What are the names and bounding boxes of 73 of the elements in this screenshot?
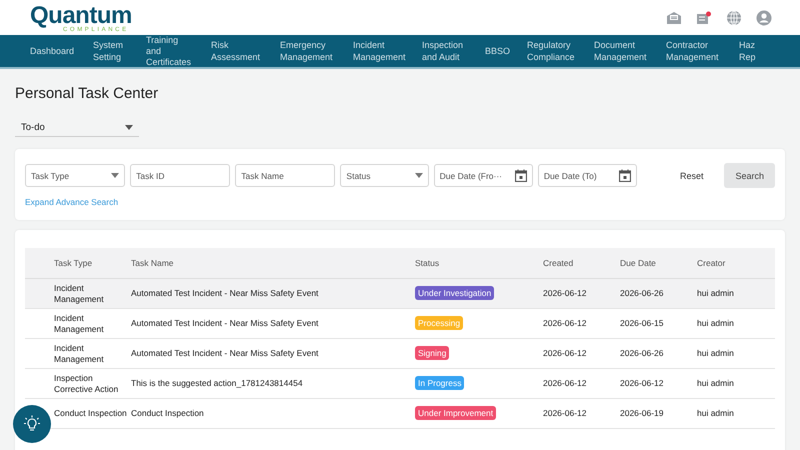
status-badge: Signing — [415, 346, 450, 360]
nav-item[interactable]: Contractor Management — [666, 39, 722, 63]
table-row[interactable]: Inspection Corrective Action This is the suggested action_1781243814454 In Progress 2026-06-12 2026-06-12 hui admin — [25, 368, 775, 398]
notification-icon[interactable] — [696, 10, 712, 24]
filter-field[interactable]: Task ID — [130, 164, 230, 187]
table-cell: hui admin — [697, 288, 734, 298]
table-row[interactable]: Incident Management Automated Test Incident - Near Miss Safety Event Processing 2026-06-12 2026-06-15 hui admin — [25, 308, 775, 338]
nav-item[interactable]: Haz Rep — [739, 39, 759, 63]
table-cell: Conduct Inspection — [131, 408, 204, 418]
table-cell: Automated Test Incident - Near Miss Safety Event — [131, 348, 318, 358]
table-cell: Incident Management — [54, 282, 104, 304]
table-cell: 2026-06-26 — [620, 288, 664, 298]
table-cell: 2026-06-12 — [620, 378, 664, 388]
nav-item[interactable]: Inspection and Audit — [422, 39, 468, 63]
reset-button[interactable]: Reset — [672, 164, 712, 186]
table-cell: 2026-06-15 — [620, 318, 664, 328]
table-cell: Automated Test Incident - Near Miss Safety Event — [131, 288, 318, 298]
table-cell: 2026-06-12 — [543, 378, 586, 388]
mail-icon[interactable] — [666, 10, 682, 24]
column-header: Creator — [697, 258, 726, 268]
table-cell: hui admin — [697, 348, 734, 358]
table-cell: Incident Management — [54, 342, 104, 364]
nav-item[interactable]: BBSO — [485, 45, 510, 57]
nav-item[interactable]: Risk Assessment — [211, 39, 263, 63]
table-row[interactable]: Incident Management Automated Test Incident - Near Miss Safety Event Signing 2026-06-12 2026-06-26 hui admin — [25, 338, 775, 368]
status-badge: Under Improvement — [415, 406, 496, 420]
caret-icon — [125, 124, 133, 130]
table-cell: Conduct Inspection — [54, 408, 127, 418]
table-cell: hui admin — [697, 378, 734, 388]
table-row[interactable]: Incident Management Automated Test Incident - Near Miss Safety Event Under Investigation 2026-06-12 2026-06-26 hui admin — [25, 278, 775, 308]
view-select[interactable]: To-do — [15, 118, 139, 137]
globe-icon[interactable] — [726, 10, 742, 26]
table-cell: 2026-06-12 — [543, 318, 586, 328]
table-cell: 2026-06-26 — [620, 348, 664, 358]
column-header: Status — [415, 258, 440, 268]
calendar-icon — [618, 169, 631, 182]
nav-item[interactable]: Document Management — [594, 39, 649, 63]
column-header: Task Name — [131, 258, 174, 268]
column-header: Due Date — [620, 258, 656, 268]
table-cell: This is the suggested action_1781243814454 — [131, 378, 303, 388]
filter-field[interactable]: Task Name — [235, 164, 336, 187]
table-cell: Incident Management — [54, 312, 104, 334]
search-button[interactable]: Search — [724, 163, 775, 188]
calendar-icon — [514, 169, 527, 182]
nav-item[interactable]: Training and Certificates — [146, 35, 194, 67]
table-cell: Inspection Corrective Action — [54, 372, 118, 394]
filter-field[interactable]: Due Date (Fro··· — [434, 164, 533, 187]
table-cell: 2026-06-12 — [543, 288, 586, 298]
status-badge: Processing — [415, 316, 464, 330]
status-badge: Under Investigation — [415, 286, 494, 300]
table-cell: hui admin — [697, 408, 734, 418]
nav-item[interactable]: Dashboard — [30, 45, 76, 57]
filter-field[interactable]: Status — [340, 164, 429, 187]
table-cell: Automated Test Incident - Near Miss Safety Event — [131, 318, 318, 328]
page-title: Personal Task Center — [15, 85, 160, 102]
column-header: Created — [543, 258, 574, 268]
caret-icon — [111, 173, 120, 178]
table-cell: hui admin — [697, 318, 734, 328]
nav-item[interactable]: Regulatory Compliance — [527, 39, 577, 63]
filter-field[interactable]: Due Date (To) — [538, 164, 637, 187]
filter-field[interactable]: Task Type — [25, 164, 126, 187]
status-badge: In Progress — [415, 376, 464, 390]
table-cell: 2026-06-12 — [543, 348, 586, 358]
user-icon[interactable] — [756, 10, 772, 26]
nav-item[interactable]: Incident Management — [353, 39, 405, 63]
table-cell: 2026-06-19 — [620, 408, 664, 418]
table-cell: 2026-06-12 — [543, 408, 586, 418]
column-header: Task Type — [54, 258, 92, 268]
caret-icon — [414, 173, 423, 178]
nav-item[interactable]: Emergency Management — [280, 39, 336, 63]
logo-name: Quantum — [30, 4, 132, 28]
nav-item[interactable]: System Setting — [93, 39, 129, 63]
lightbulb-icon — [23, 415, 41, 433]
